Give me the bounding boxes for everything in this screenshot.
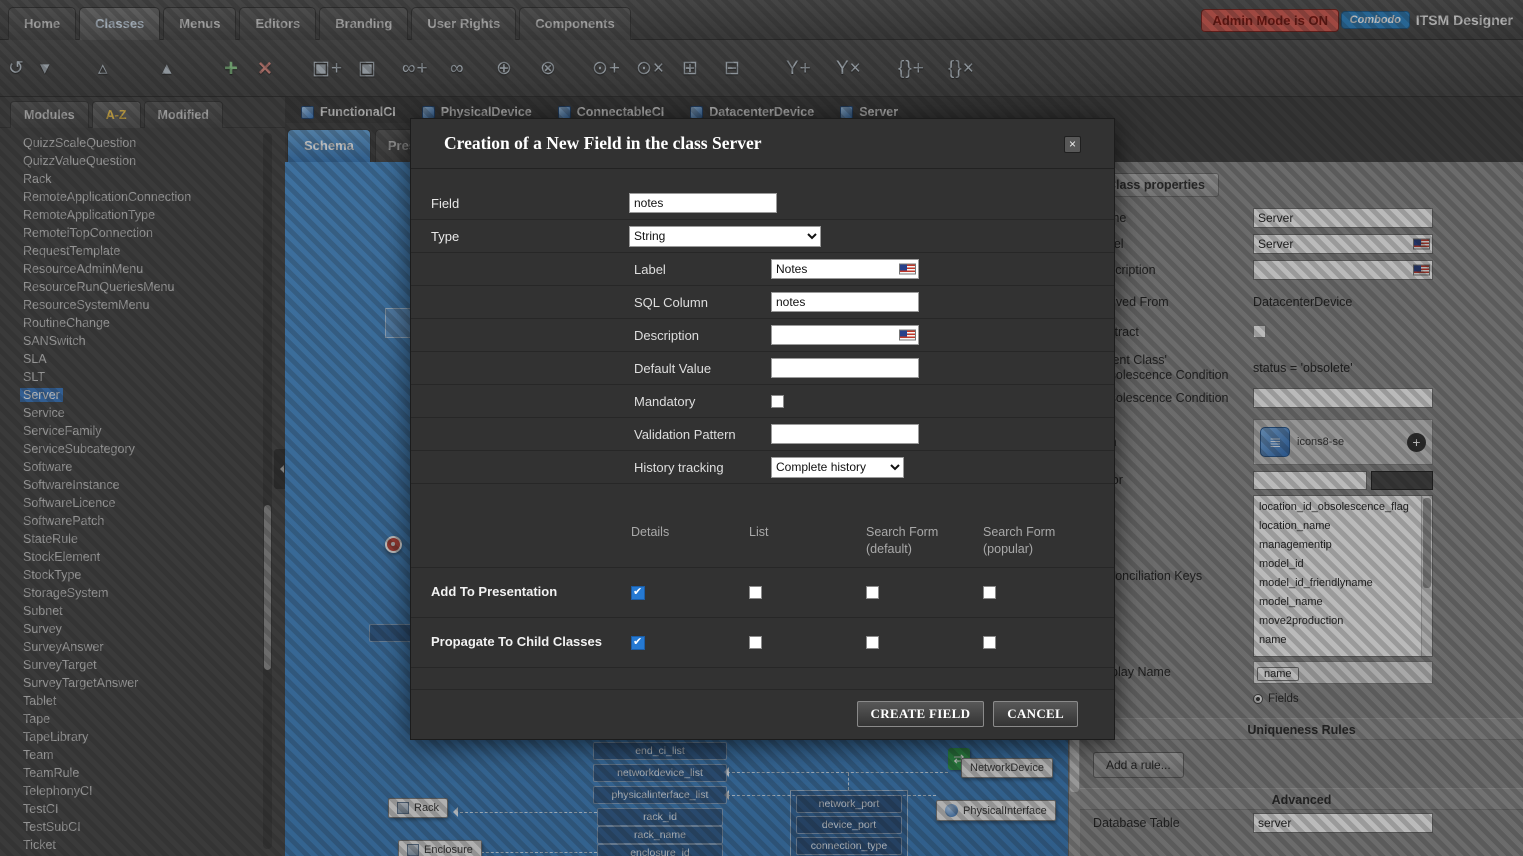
add-to-presentation-details-checkbox[interactable] <box>631 586 645 600</box>
propagate-to-child-classes-search-form-popular-checkbox[interactable] <box>983 636 996 649</box>
field-row-type: TypeString <box>411 220 1114 253</box>
field-row-field: Field <box>411 187 1114 220</box>
presentation-column-headers: Details List Search Form (default) Search F… <box>411 522 1114 568</box>
propagate-to-child-classes-details-checkbox[interactable] <box>631 636 645 650</box>
add-to-presentation-search-form-popular-checkbox[interactable] <box>983 586 996 599</box>
sql-column-input[interactable] <box>771 292 919 312</box>
field-row-label: Label <box>411 253 1114 286</box>
create-field-button[interactable]: CREATE FIELD <box>857 701 985 727</box>
dialog-footer: CREATE FIELD CANCEL <box>411 689 1114 739</box>
propagate-to-child-classes-search-form-default-checkbox[interactable] <box>866 636 879 649</box>
presentation-column-header: Search Form (default) <box>866 524 938 558</box>
field-input-wrap <box>771 358 919 378</box>
default-value-input[interactable] <box>771 358 919 378</box>
cancel-button[interactable]: CANCEL <box>993 701 1078 727</box>
field-input-wrap <box>771 424 919 444</box>
field-row-validation-pattern: Validation Pattern <box>411 418 1114 451</box>
field-row-mandatory: Mandatory <box>411 385 1114 418</box>
close-icon[interactable]: × <box>1064 136 1081 153</box>
label-input[interactable] <box>771 259 919 279</box>
field-row-history-tracking: History trackingComplete history <box>411 451 1114 484</box>
presentation-row-label: Add To Presentation <box>431 584 557 599</box>
field-label: SQL Column <box>634 295 771 310</box>
field-input-wrap <box>771 325 919 345</box>
field-row-description: Description <box>411 319 1114 352</box>
dialog-header: Creation of a New Field in the class Ser… <box>411 119 1114 169</box>
add-to-presentation-search-form-default-checkbox[interactable] <box>866 586 879 599</box>
presentation-rows: Add To Presentation Propagate To Child Cl… <box>411 568 1114 668</box>
new-field-dialog: Creation of a New Field in the class Ser… <box>410 118 1115 740</box>
dialog-fields: Field TypeString Label SQL Column Descriptio… <box>411 187 1114 484</box>
field-row-default-value: Default Value <box>411 352 1114 385</box>
field-input-wrap <box>771 292 919 312</box>
field-input-wrap <box>629 193 777 213</box>
field-input[interactable] <box>629 193 777 213</box>
field-label: Mandatory <box>634 394 771 409</box>
validation-pattern-input[interactable] <box>771 424 919 444</box>
presentation-column-header: Details <box>631 524 669 541</box>
description-input[interactable] <box>771 325 919 345</box>
presentation-column-header: List <box>749 524 768 541</box>
field-label: Description <box>634 328 771 343</box>
language-flag-icon <box>899 330 916 341</box>
field-row-sql-column: SQL Column <box>411 286 1114 319</box>
itsm-designer-app: { "colors": { "accent_blue": "#3c7cc6", … <box>0 0 1523 856</box>
field-label: Default Value <box>634 361 771 376</box>
field-label: Type <box>431 229 629 244</box>
propagate-to-child-classes-list-checkbox[interactable] <box>749 636 762 649</box>
presentation-row-propagate-to-child-classes: Propagate To Child Classes <box>411 618 1114 668</box>
presentation-row-add-to-presentation: Add To Presentation <box>411 568 1114 618</box>
mandatory-checkbox[interactable] <box>771 395 784 408</box>
field-label: Validation Pattern <box>634 427 771 442</box>
field-input-wrap <box>771 259 919 279</box>
dialog-title: Creation of a New Field in the class Ser… <box>444 133 762 154</box>
field-label: Field <box>431 196 629 211</box>
type-select[interactable]: String <box>629 226 821 247</box>
add-to-presentation-list-checkbox[interactable] <box>749 586 762 599</box>
presentation-row-label: Propagate To Child Classes <box>431 634 602 649</box>
field-label: Label <box>634 262 771 277</box>
language-flag-icon <box>899 264 916 275</box>
field-label: History tracking <box>634 460 771 475</box>
history-tracking-select[interactable]: Complete history <box>771 457 904 478</box>
presentation-column-header: Search Form (popular) <box>983 524 1055 558</box>
